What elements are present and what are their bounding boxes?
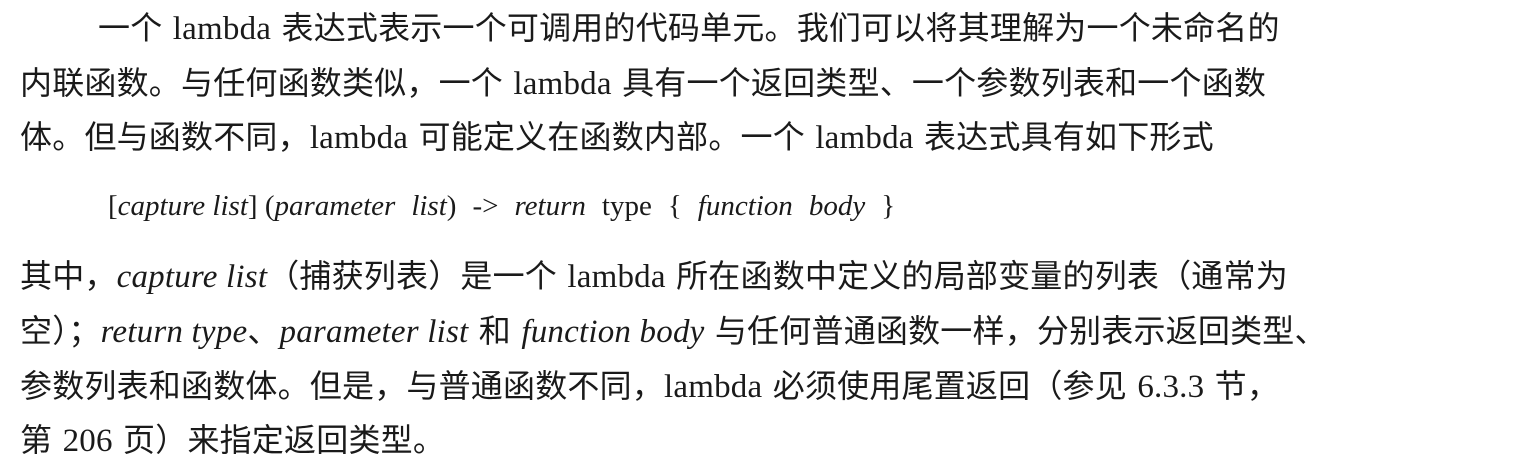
document-page: 一个 lambda 表达式表示一个可调用的代码单元。我们可以将其理解为一个未命名…	[0, 0, 1524, 466]
text-run: 表达式表示一个可调用的代码单元。我们可以将其理解为一个未命名的	[271, 9, 1280, 47]
text-run: 空）；	[20, 312, 101, 350]
keyword-lambda: lambda	[815, 120, 914, 156]
keyword-lambda: lambda	[567, 259, 666, 295]
code-capture-list: capture list	[117, 190, 248, 222]
text-run: 其中，	[20, 257, 117, 295]
paragraph-1-line-3: 体。但与函数不同，lambda 可能定义在函数内部。一个 lambda 表达式具…	[20, 117, 1214, 158]
term-return-type: return type	[100, 314, 248, 350]
text-run: 节，	[1204, 367, 1280, 405]
code-type: type	[601, 190, 652, 222]
text-run: 表达式具有如下形式	[913, 118, 1214, 156]
code-return: return	[514, 190, 586, 222]
text-run: 所在函数中定义的局部变量的列表（通常为	[665, 257, 1288, 295]
term-function-body: function body	[521, 314, 705, 350]
text-run: 必须使用尾置返回（参见	[762, 367, 1138, 405]
paragraph-2-line-3: 参数列表和函数体。但是，与普通函数不同，lambda 必须使用尾置返回（参见 6…	[20, 366, 1279, 407]
keyword-lambda: lambda	[513, 66, 612, 102]
text-run: 体。但与函数不同，	[20, 118, 310, 156]
code-function: function	[697, 190, 793, 222]
code-list: list	[411, 190, 447, 222]
section-reference: 6.3.3	[1137, 369, 1205, 405]
paragraph-1-line-1: 一个 lambda 表达式表示一个可调用的代码单元。我们可以将其理解为一个未命名…	[98, 8, 1280, 49]
text-run: 参数列表和函数体。但是，与普通函数不同，	[20, 367, 665, 405]
code-close-paren: )	[446, 190, 457, 222]
text-run: 内联函数。与任何函数类似，一个	[20, 64, 514, 102]
text-run: 可能定义在函数内部。一个	[408, 118, 816, 156]
keyword-lambda: lambda	[309, 120, 409, 156]
paragraph-2-line-4: 第 206 页）来指定返回类型。	[20, 420, 445, 461]
keyword-lambda: lambda	[664, 369, 763, 405]
code-close-bracket: ]	[247, 190, 258, 222]
text-run: 第	[20, 421, 63, 459]
paragraph-2-line-2: 空）；return type、parameter list 和 function…	[20, 311, 1327, 352]
code-open-bracket: [	[108, 190, 118, 222]
text-run: 页）来指定返回类型。	[112, 421, 446, 459]
lambda-syntax-code: [capture list] (parameter list) -> return ty…	[108, 186, 895, 226]
code-body: body	[808, 190, 866, 222]
paragraph-2-line-1: 其中，capture list（捕获列表）是一个 lambda 所在函数中定义的…	[20, 256, 1288, 297]
text-run: 和	[468, 312, 522, 350]
paragraph-1-line-2: 内联函数。与任何函数类似，一个 lambda 具有一个返回类型、一个参数列表和一…	[20, 63, 1266, 104]
text-run: 一个	[98, 9, 173, 47]
page-reference: 206	[62, 423, 113, 459]
text-run: 具有一个返回类型、一个参数列表和一个函数	[611, 64, 1267, 102]
code-close-brace: }	[881, 190, 896, 222]
code-arrow: ->	[472, 190, 499, 222]
text-run: （捕获列表）是一个	[267, 257, 568, 295]
term-parameter-list: parameter list	[279, 314, 469, 350]
keyword-lambda: lambda	[172, 11, 272, 47]
code-open-brace: {	[667, 190, 682, 222]
term-capture-list: capture list	[116, 259, 268, 295]
text-run: 与任何普通函数一样，分别表示返回类型、	[704, 312, 1327, 350]
code-parameter: parameter	[274, 190, 396, 222]
text-run: 、	[247, 312, 280, 350]
